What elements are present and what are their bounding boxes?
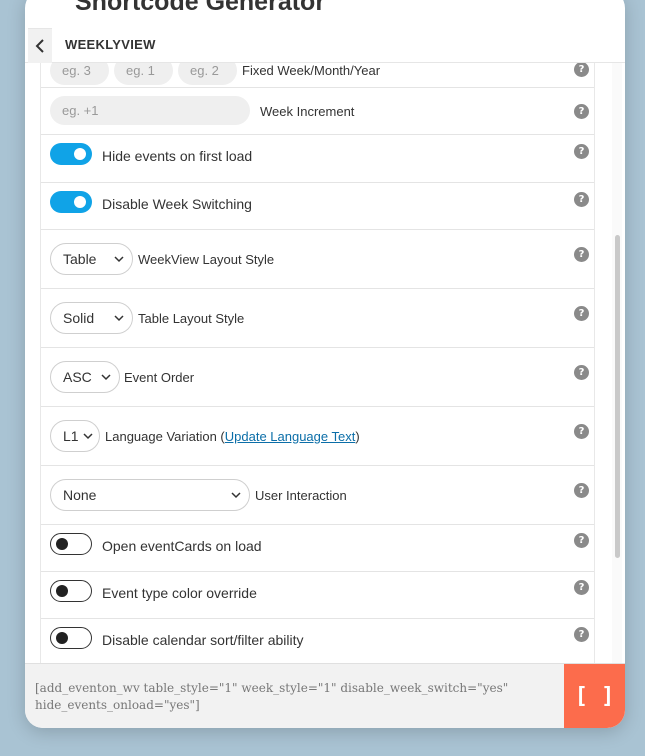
table-style-label: Table Layout Style (138, 311, 245, 326)
help-icon[interactable]: ? (574, 247, 589, 262)
help-icon[interactable]: ? (574, 63, 589, 77)
disable-switching-label: Disable Week Switching (102, 196, 252, 212)
row-language: L1 Language Variation (Update Language T… (41, 407, 594, 466)
week-increment-label: Week Increment (260, 104, 355, 119)
help-icon[interactable]: ? (574, 104, 589, 119)
language-select[interactable]: L1 (50, 420, 100, 452)
disable-sort-toggle[interactable] (50, 627, 92, 649)
back-button[interactable] (28, 28, 52, 63)
modal-title: Shortcode Generator (75, 0, 326, 16)
chevron-down-icon (101, 374, 111, 381)
user-interaction-select[interactable]: None (50, 479, 250, 511)
chevron-left-icon (35, 39, 44, 53)
table-style-value: Solid (63, 310, 95, 326)
help-icon[interactable]: ? (574, 144, 589, 159)
color-override-label: Event type color override (102, 585, 257, 601)
row-user-interaction: None User Interaction ? (41, 466, 594, 525)
help-icon[interactable]: ? (574, 365, 589, 380)
row-color-override: Event type color override ? (41, 572, 594, 619)
user-interaction-value: None (63, 487, 97, 503)
color-override-toggle[interactable] (50, 580, 92, 602)
row-open-eventcards: Open eventCards on load ? (41, 525, 594, 572)
fixed-week-input[interactable] (50, 63, 109, 85)
toggle-knob (56, 584, 68, 597)
language-label-prefix: Language Variation ( (105, 429, 225, 444)
open-eventcards-label: Open eventCards on load (102, 538, 262, 554)
toggle-knob (74, 148, 86, 160)
open-eventcards-toggle[interactable] (50, 533, 92, 555)
fixed-year-input[interactable] (178, 63, 237, 85)
row-fixed-week: Fixed Week/Month/Year ? (41, 63, 594, 88)
subheader-title: WEEKLYVIEW (65, 37, 156, 52)
copy-shortcode-button[interactable]: [ ] (564, 664, 625, 728)
row-event-order: ASC Event Order ? (41, 348, 594, 407)
help-icon[interactable]: ? (574, 192, 589, 207)
row-table-style: Solid Table Layout Style ? (41, 289, 594, 348)
options-list: Fixed Week/Month/Year ? Week Increment ?… (40, 63, 595, 664)
chevron-down-icon (83, 433, 93, 440)
fixed-label: Fixed Week/Month/Year (242, 63, 381, 78)
help-icon[interactable]: ? (574, 424, 589, 439)
scrollbar-thumb[interactable] (615, 235, 620, 558)
toggle-knob (56, 631, 68, 644)
chevron-down-icon (114, 256, 124, 263)
subheader: WEEKLYVIEW (25, 28, 625, 63)
row-disable-switching: Disable Week Switching ? (41, 183, 594, 230)
row-disable-sort: Disable calendar sort/filter ability ? (41, 619, 594, 664)
layout-style-select[interactable]: Table (50, 243, 133, 275)
help-icon[interactable]: ? (574, 533, 589, 548)
hide-events-toggle[interactable] (50, 143, 92, 165)
toggle-knob (56, 537, 68, 550)
event-order-value: ASC (63, 369, 92, 385)
event-order-label: Event Order (124, 370, 195, 385)
language-label: Language Variation (Update Language Text… (105, 429, 360, 444)
layout-style-value: Table (63, 251, 97, 267)
shortcode-output[interactable]: [add_eventon_wv table_style="1" week_sty… (35, 680, 555, 714)
language-label-suffix: ) (355, 429, 360, 444)
toggle-knob (74, 196, 86, 208)
shortcode-generator-modal: Shortcode Generator WEEKLYVIEW Fixed Wee… (25, 0, 625, 728)
layout-style-label: WeekView Layout Style (138, 252, 275, 267)
update-language-link[interactable]: Update Language Text (225, 429, 356, 444)
chevron-down-icon (114, 315, 124, 322)
scrollbar[interactable] (612, 63, 622, 664)
event-order-select[interactable]: ASC (50, 361, 120, 393)
row-week-increment: Week Increment ? (41, 88, 594, 135)
disable-switching-toggle[interactable] (50, 191, 92, 213)
table-style-select[interactable]: Solid (50, 302, 133, 334)
help-icon[interactable]: ? (574, 627, 589, 642)
chevron-down-icon (231, 492, 241, 499)
help-icon[interactable]: ? (574, 580, 589, 595)
week-increment-input[interactable] (50, 96, 250, 125)
help-icon[interactable]: ? (574, 306, 589, 321)
hide-events-label: Hide events on first load (102, 148, 253, 164)
fixed-month-input[interactable] (114, 63, 173, 85)
language-value: L1 (63, 428, 79, 444)
disable-sort-label: Disable calendar sort/filter ability (102, 632, 304, 648)
row-hide-events: Hide events on first load ? (41, 135, 594, 183)
help-icon[interactable]: ? (574, 483, 589, 498)
user-interaction-label: User Interaction (255, 488, 347, 503)
shortcode-footer: [add_eventon_wv table_style="1" week_sty… (25, 663, 625, 728)
row-layout-style: Table WeekView Layout Style ? (41, 230, 594, 289)
